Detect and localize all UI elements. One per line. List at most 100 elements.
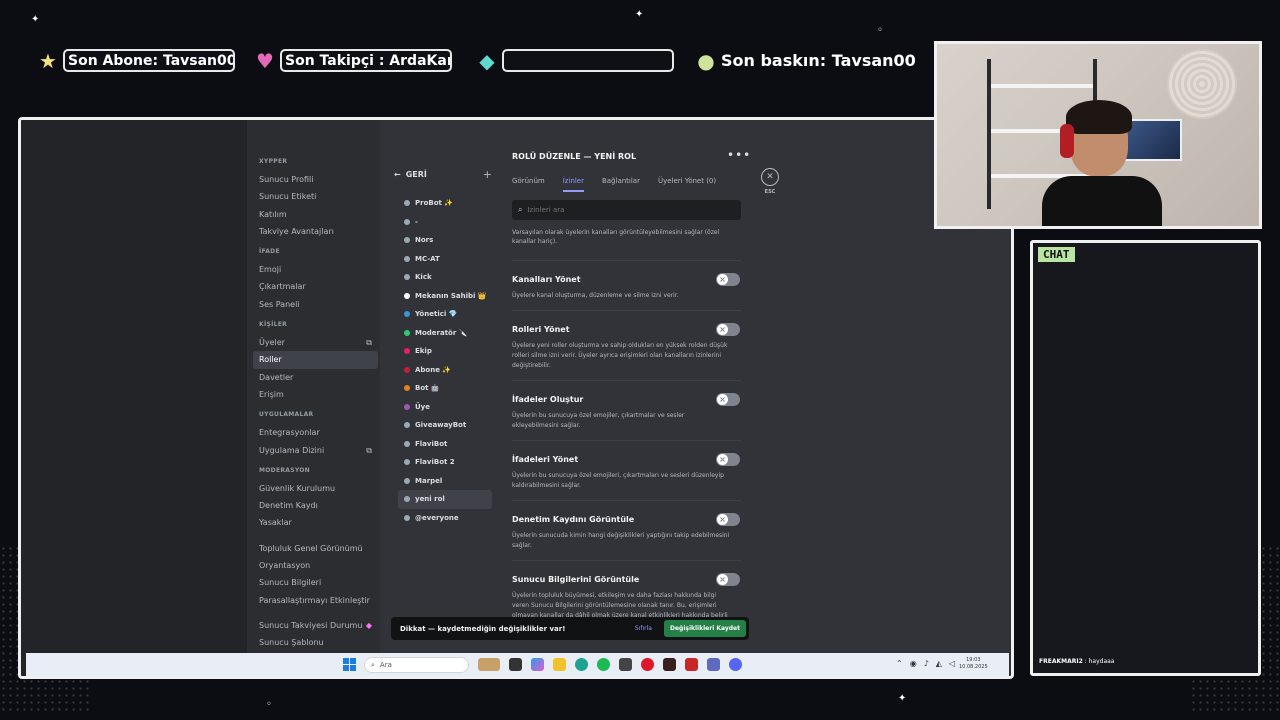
nav-item-label: Üyeler	[259, 338, 285, 348]
nav-item-ses-paneli[interactable]: Ses Paneli	[253, 296, 378, 313]
nav-item-takviye-avantajlar[interactable]: Takviye Avantajları	[253, 223, 378, 240]
nav-item-kat-l-m[interactable]: Katılım	[253, 206, 378, 223]
nav-item-oryantasyon[interactable]: Oryantasyon	[253, 557, 378, 574]
save-changes-button[interactable]: Değişiklikleri Kaydet	[663, 620, 746, 637]
nav-item-erisim[interactable]: Erişim	[253, 386, 378, 403]
role-item[interactable]: Abone ✨	[398, 361, 492, 380]
more-options-button[interactable]: •••	[727, 148, 751, 162]
nav-item-roller[interactable]: Roller	[253, 351, 378, 369]
nav-item-label: Sunucu Şablonu	[259, 638, 324, 648]
reset-button[interactable]: Sıfırla	[635, 625, 652, 632]
clock-date: 10.08.2025	[959, 664, 988, 670]
nav-item-uygulama-dizini[interactable]: Uygulama Dizini ⧉	[253, 442, 378, 459]
app-icon[interactable]	[707, 658, 720, 671]
taskbar-clock[interactable]: 19:03 10.08.2025	[959, 657, 988, 671]
role-item[interactable]: FlaviBot	[398, 435, 492, 454]
permission-toggle[interactable]: ×	[716, 323, 740, 336]
taskbar-search[interactable]: ⌕ Ara	[364, 657, 469, 673]
role-item[interactable]: Nors	[398, 231, 492, 250]
role-color-dot	[404, 292, 410, 299]
role-item[interactable]: Marpel	[398, 472, 492, 491]
network-icon[interactable]: ◭	[936, 659, 942, 668]
role-item[interactable]: @everyone	[398, 509, 492, 528]
nav-item-uyeler[interactable]: Üyeler ⧉	[253, 334, 378, 351]
last-raid-label: Son baskın: Tavsan00	[721, 51, 916, 70]
permission-search[interactable]: ⌕	[512, 200, 741, 220]
nav-item-emoji[interactable]: Emoji	[253, 261, 378, 278]
role-item[interactable]: Mekanın Sahibi 👑	[398, 287, 492, 306]
opera-icon[interactable]	[641, 658, 654, 671]
volume-icon[interactable]: ◁	[949, 659, 955, 668]
permission-toggle[interactable]: ×	[716, 393, 740, 406]
tab-baglant-lar[interactable]: Bağlantılar	[602, 177, 640, 192]
spotify-icon[interactable]	[597, 658, 610, 671]
nav-item-sunucu-bilgileri[interactable]: Sunucu Bilgileri	[253, 574, 378, 591]
role-item[interactable]: MC-AT	[398, 250, 492, 269]
role-name: MC-AT	[415, 254, 440, 263]
role-item[interactable]: -	[398, 213, 492, 232]
permission-toggle[interactable]: ×	[716, 513, 740, 526]
role-color-dot	[404, 274, 410, 281]
nav-item-label: Katılım	[259, 209, 287, 219]
role-list: ProBot ✨ - Nors MC-AT Kick Mekanın Sahibi 👑 Yö…	[398, 194, 492, 527]
permission-toggle[interactable]: ×	[716, 453, 740, 466]
nav-item-parasallast-rmay-etkinlestir[interactable]: Parasallaştırmayı Etkinleştir	[253, 592, 378, 609]
widget-icon[interactable]	[478, 658, 500, 671]
permission-toggle[interactable]: ×	[716, 573, 740, 586]
tab-uyeleri-yonet-0[interactable]: Üyeleri Yönet (0)	[658, 177, 716, 192]
windows-start-icon[interactable]	[343, 658, 356, 671]
role-item[interactable]: Kick	[398, 268, 492, 287]
discord-icon[interactable]	[729, 658, 742, 671]
nav-item-sunucu-takviyesi-durumu[interactable]: Sunucu Takviyesi Durumu ◆	[253, 617, 378, 634]
file-explorer-icon[interactable]	[553, 658, 566, 671]
permission-description: Üyelerin bu sunucuya özel emojiler, çıka…	[512, 412, 685, 429]
taskbar-search-label: Ara	[379, 661, 392, 669]
close-settings[interactable]: ✕ ESC	[761, 168, 779, 195]
nav-item-sunucu-sablonu[interactable]: Sunucu Şablonu	[253, 634, 378, 651]
role-item[interactable]: GiveawayBot	[398, 416, 492, 435]
nav-item-label: Emoji	[259, 265, 282, 275]
role-item[interactable]: Ekip	[398, 342, 492, 361]
chat-text: : haydaaa	[1082, 658, 1115, 665]
permission-search-input[interactable]	[527, 206, 718, 214]
permission-toggle[interactable]: ×	[716, 273, 740, 286]
role-name: Yönetici 💎	[415, 310, 458, 319]
app-icon[interactable]	[663, 658, 676, 671]
nav-item-sunucu-profili[interactable]: Sunucu Profili	[253, 171, 378, 188]
task-view-icon[interactable]	[509, 658, 522, 671]
role-item[interactable]: Yönetici 💎	[398, 305, 492, 324]
role-item[interactable]: yeni rol	[398, 490, 492, 509]
nav-item-yasaklar[interactable]: Yasaklar	[253, 514, 378, 531]
close-icon[interactable]: ✕	[761, 168, 779, 186]
app-icon[interactable]	[685, 658, 698, 671]
nav-item-denetim-kayd[interactable]: Denetim Kaydı	[253, 497, 378, 514]
create-role-button[interactable]: +	[483, 168, 492, 181]
copilot-icon[interactable]	[531, 658, 544, 671]
role-item[interactable]: Moderatör 🔪	[398, 324, 492, 343]
role-item[interactable]: Bot 🤖	[398, 379, 492, 398]
role-item[interactable]: ProBot ✨	[398, 194, 492, 213]
nav-item-topluluk-genel-gorunumu[interactable]: Topluluk Genel Görünümü	[253, 540, 378, 557]
role-item[interactable]: FlaviBot 2	[398, 453, 492, 472]
nav-item-davetler[interactable]: Davetler	[253, 369, 378, 386]
tray-app-icon[interactable]: ◉	[910, 659, 917, 668]
close-icon: ×	[717, 574, 728, 585]
nav-item-sunucu-etiketi[interactable]: Sunucu Etiketi	[253, 188, 378, 205]
role-color-dot	[404, 237, 410, 244]
edge-icon[interactable]	[575, 658, 588, 671]
external-link-icon: ⧉	[366, 445, 372, 455]
role-name: FlaviBot	[415, 439, 448, 448]
tab-izinler[interactable]: İzinler	[562, 177, 584, 192]
chevron-up-icon[interactable]: ⌃	[896, 659, 903, 668]
nav-item-guvenlik-kurulumu[interactable]: Güvenlik Kurulumu	[253, 480, 378, 497]
role-item[interactable]: Üye	[398, 398, 492, 417]
tab-gorunum[interactable]: Görünüm	[512, 177, 545, 192]
nav-item-label: Denetim Kaydı	[259, 501, 318, 511]
nav-item-entegrasyonlar[interactable]: Entegrasyonlar	[253, 424, 378, 441]
role-color-dot	[404, 422, 410, 429]
mic-icon[interactable]: ♪	[924, 659, 929, 668]
app-icon[interactable]	[619, 658, 632, 671]
nav-item-c-kartmalar[interactable]: Çıkartmalar	[253, 278, 378, 295]
back-button[interactable]: ← GERİ	[394, 170, 427, 179]
permission-name: İfadeler Oluştur	[512, 395, 584, 404]
